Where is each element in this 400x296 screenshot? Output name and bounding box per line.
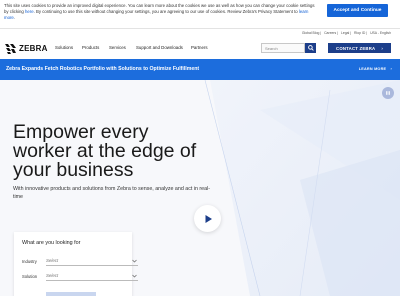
finder-submit-button[interactable] bbox=[46, 292, 96, 296]
nav-products[interactable]: Products bbox=[82, 45, 99, 50]
zebra-logo-icon bbox=[5, 43, 16, 54]
chevron-right-icon: › bbox=[381, 45, 383, 51]
industry-select[interactable]: Select bbox=[46, 257, 138, 266]
nav-partners[interactable]: Partners bbox=[191, 45, 208, 50]
chat-icon bbox=[386, 91, 390, 95]
industry-select-value: Select bbox=[46, 258, 59, 263]
utility-link-careers[interactable]: Careers bbox=[324, 31, 336, 35]
finder-form-card: What are you looking for Industry Select… bbox=[14, 232, 138, 296]
cookie-text-part2: . By continuing to use this site without… bbox=[33, 9, 298, 14]
cookie-here-link[interactable]: here bbox=[25, 9, 34, 14]
brand-name: ZEBRA bbox=[19, 43, 48, 53]
hero-subtext: With innovative products and solutions f… bbox=[13, 186, 210, 200]
announcement-text: Zebra Expands Fetch Robotics Portfolio w… bbox=[6, 66, 200, 72]
cookie-text: This site uses cookies to provide an imp… bbox=[4, 3, 315, 20]
hero-section: Empower every worker at the edge of your… bbox=[0, 80, 400, 296]
search-button[interactable] bbox=[305, 43, 316, 53]
solution-select-value: Select bbox=[46, 273, 59, 278]
main-nav: ZEBRA Solutions Products Services Suppor… bbox=[0, 38, 400, 58]
solution-label: Solution bbox=[22, 274, 38, 279]
announcement-bar[interactable]: Zebra Expands Fetch Robotics Portfolio w… bbox=[0, 59, 400, 80]
cookie-banner: This site uses cookies to provide an imp… bbox=[0, 0, 400, 29]
utility-links: Global Blog | Careers | Legal | Rlop ID … bbox=[301, 31, 391, 35]
accept-cookies-button[interactable]: Accept and Continue bbox=[327, 4, 388, 17]
search-icon bbox=[307, 45, 314, 51]
utility-link-legal[interactable]: Legal bbox=[341, 31, 349, 35]
hero-headline: Empower every worker at the edge of your… bbox=[13, 121, 197, 181]
contact-label: CONTACT ZEBRA bbox=[336, 45, 376, 51]
announcement-learn-more[interactable]: LEARN MORE › bbox=[359, 67, 392, 71]
chevron-down-icon bbox=[132, 274, 137, 278]
play-video-button[interactable] bbox=[194, 205, 221, 232]
utility-link-blog[interactable]: Global Blog bbox=[302, 31, 320, 35]
announcement-link-label: LEARN MORE bbox=[358, 67, 387, 71]
contact-zebra-button[interactable]: CONTACT ZEBRA › bbox=[328, 43, 391, 53]
play-icon bbox=[205, 214, 212, 223]
industry-label: Industry bbox=[22, 259, 37, 264]
zebra-logo[interactable]: ZEBRA bbox=[5, 42, 48, 54]
nav-solutions[interactable]: Solutions bbox=[55, 45, 73, 50]
nav-services[interactable]: Services bbox=[109, 45, 126, 50]
chevron-right-icon: › bbox=[390, 67, 392, 71]
utility-link-login[interactable]: Rlop ID bbox=[354, 31, 365, 35]
chevron-down-icon bbox=[132, 259, 137, 263]
solution-select[interactable]: Select bbox=[46, 272, 138, 281]
nav-support-downloads[interactable]: Support and Downloads bbox=[136, 45, 183, 50]
finder-form-title: What are you looking for bbox=[22, 240, 81, 246]
chat-button[interactable] bbox=[382, 87, 394, 99]
utility-link-region[interactable]: USA - English bbox=[370, 31, 391, 35]
search-input[interactable]: Search bbox=[261, 43, 305, 53]
